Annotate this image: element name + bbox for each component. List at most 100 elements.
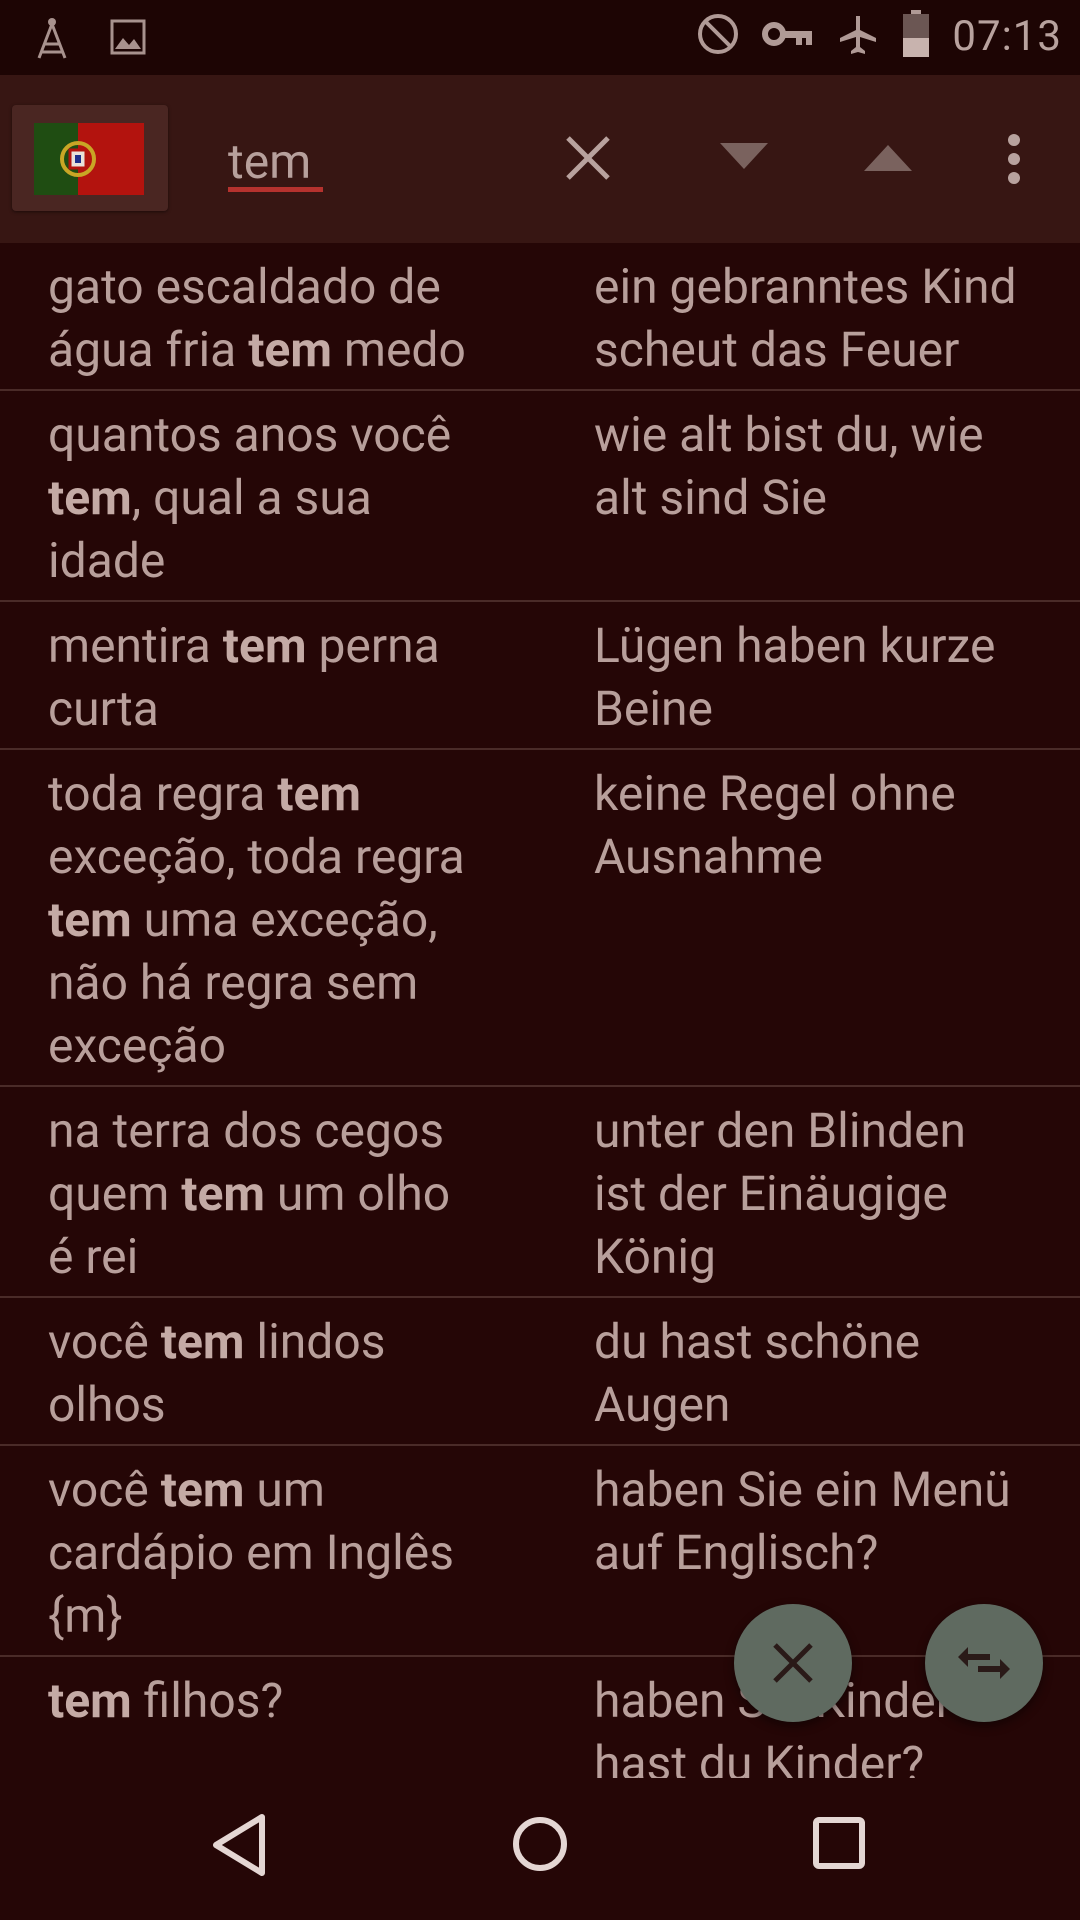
phrase-text: mentira	[48, 617, 223, 674]
phrase-line: você tem um	[48, 1458, 545, 1521]
translation-line: Beine	[594, 680, 713, 737]
phrase-line: olhos	[48, 1373, 545, 1436]
phrase-text: exceção, toda regra	[48, 828, 465, 885]
vpn-key-icon	[762, 19, 814, 53]
german-translation: Lügen haben kurze Beine	[545, 614, 1080, 740]
portuguese-phrase: mentira tem perna curta	[0, 614, 545, 740]
phrase-text: você	[48, 1313, 161, 1370]
phrase-text: exceção	[48, 1017, 226, 1074]
search-match: tem	[48, 469, 132, 526]
phrase-text: idade	[48, 532, 166, 589]
close-icon	[773, 1643, 813, 1683]
translation-line: König	[594, 1228, 716, 1285]
phrase-line: é rei	[48, 1225, 545, 1288]
portuguese-phrase: você tem um cardápio em Inglês {m}	[0, 1458, 545, 1647]
phrase-line: toda regra tem	[48, 762, 545, 825]
phrase-line: gato escaldado de	[48, 255, 545, 318]
phrase-line: {m}	[48, 1584, 545, 1647]
signal-tower-icon	[35, 14, 69, 64]
phrase-line: tem filhos?	[48, 1669, 545, 1732]
portuguese-phrase: você tem lindos olhos	[0, 1310, 545, 1436]
phrase-text: quantos anos você	[48, 406, 452, 463]
list-item[interactable]: toda regra tem exceção, toda regra tem uma…	[0, 750, 1080, 1087]
phrase-line: mentira tem perna	[48, 614, 545, 677]
phrase-text: uma exceção,	[131, 891, 438, 948]
list-item[interactable]: mentira tem perna curta Lügen haben kurze B…	[0, 602, 1080, 750]
translation-line: scheut das Feuer	[594, 321, 960, 378]
result-list[interactable]: gato escaldado de água fria tem medo ein g…	[0, 243, 1080, 1778]
search-match: tem	[160, 1313, 245, 1370]
german-translation: unter den Blinden ist der Einäugige König	[545, 1099, 1080, 1288]
phrase-text: gato escaldado de	[48, 258, 441, 315]
arrow-up-icon[interactable]	[864, 143, 912, 177]
recents-icon[interactable]	[812, 1816, 868, 1876]
portuguese-phrase: tem filhos?	[0, 1669, 545, 1778]
phrase-line: na terra dos cegos	[48, 1099, 545, 1162]
list-item[interactable]: você tem um cardápio em Inglês {m} haben Si…	[0, 1446, 1080, 1657]
search-match: tem	[277, 765, 362, 822]
phrase-text: medo	[331, 321, 466, 378]
portugal-flag-icon	[34, 123, 144, 195]
search-match: tem	[48, 1672, 132, 1729]
phrase-text: toda regra	[48, 765, 278, 822]
clock: 07:13	[952, 11, 1062, 61]
phrase-text: olhos	[48, 1376, 166, 1433]
navigation-bar	[0, 1778, 1080, 1920]
portuguese-phrase: na terra dos cegos quem tem um olho é rei	[0, 1099, 545, 1288]
list-item[interactable]: você tem lindos olhos du hast schöne Augen	[0, 1298, 1080, 1446]
more-vert-icon[interactable]	[1000, 133, 1028, 189]
translation-line: hast du Kinder?	[594, 1735, 925, 1778]
back-icon[interactable]	[210, 1813, 270, 1881]
german-translation: du hast schöne Augen	[545, 1310, 1080, 1436]
phrase-text: quem	[48, 1165, 182, 1222]
search-match: tem	[181, 1165, 265, 1222]
phrase-line: tem uma exceção,	[48, 888, 545, 951]
list-item[interactable]: quantos anos você tem, qual a sua idade wie…	[0, 391, 1080, 602]
german-translation: ein gebranntes Kind scheut das Feuer	[545, 255, 1080, 381]
home-icon[interactable]	[510, 1814, 570, 1878]
status-bar: 07:13	[0, 0, 1080, 75]
translation-line: keine Regel ohne	[594, 765, 956, 822]
german-translation: keine Regel ohne Ausnahme	[545, 762, 1080, 1077]
clear-fab[interactable]	[734, 1604, 852, 1722]
screen: 07:13 tem gato escaldado de água fria te…	[0, 0, 1080, 1920]
translation-line: Augen	[594, 1376, 731, 1433]
translation-line: auf Englisch?	[594, 1524, 879, 1581]
list-item[interactable]: tem filhos?haben Sie Kinder?hast du Kind…	[0, 1657, 1080, 1778]
spellcheck-underline	[228, 187, 323, 192]
battery-icon	[902, 10, 930, 62]
phrase-line: exceção, toda regra	[48, 825, 545, 888]
phrase-text: cardápio em Inglês	[48, 1524, 455, 1581]
language-flag-button[interactable]	[12, 105, 168, 211]
phrase-text: um	[244, 1461, 325, 1518]
do-not-disturb-icon	[696, 12, 740, 60]
phrase-text: lindos	[244, 1313, 386, 1370]
list-item[interactable]: na terra dos cegos quem tem um olho é rei u…	[0, 1087, 1080, 1298]
list-item[interactable]: gato escaldado de água fria tem medo ein g…	[0, 243, 1080, 391]
translation-line: Lügen haben kurze	[594, 617, 996, 674]
search-input-text: tem	[228, 133, 312, 190]
translation-line: wie alt bist du, wie	[594, 406, 984, 463]
phrase-line: quantos anos você	[48, 403, 545, 466]
phrase-line: exceção	[48, 1014, 545, 1077]
toolbar: tem	[0, 75, 1080, 243]
airplane-icon	[836, 12, 880, 60]
phrase-text: é rei	[48, 1228, 139, 1285]
translation-line: ein gebranntes Kind	[594, 258, 1017, 315]
phrase-line: curta	[48, 677, 545, 740]
phrase-text: perna	[306, 617, 440, 674]
phrase-text: não há regra sem	[48, 954, 419, 1011]
phrase-line: não há regra sem	[48, 951, 545, 1014]
phrase-text: você	[48, 1461, 161, 1518]
arrow-down-icon[interactable]	[720, 143, 768, 177]
search-match: tem	[160, 1461, 245, 1518]
phrase-line: água fria tem medo	[48, 318, 545, 381]
portuguese-phrase: gato escaldado de água fria tem medo	[0, 255, 545, 381]
close-icon[interactable]	[562, 132, 614, 188]
translation-line: ist der Einäugige	[594, 1165, 948, 1222]
phrase-line: tem, qual a sua	[48, 466, 545, 529]
phrase-text: , qual a sua	[131, 469, 372, 526]
phrase-text: água fria	[48, 321, 249, 378]
portuguese-phrase: quantos anos você tem, qual a sua idade	[0, 403, 545, 592]
swap-languages-fab[interactable]	[925, 1604, 1043, 1722]
